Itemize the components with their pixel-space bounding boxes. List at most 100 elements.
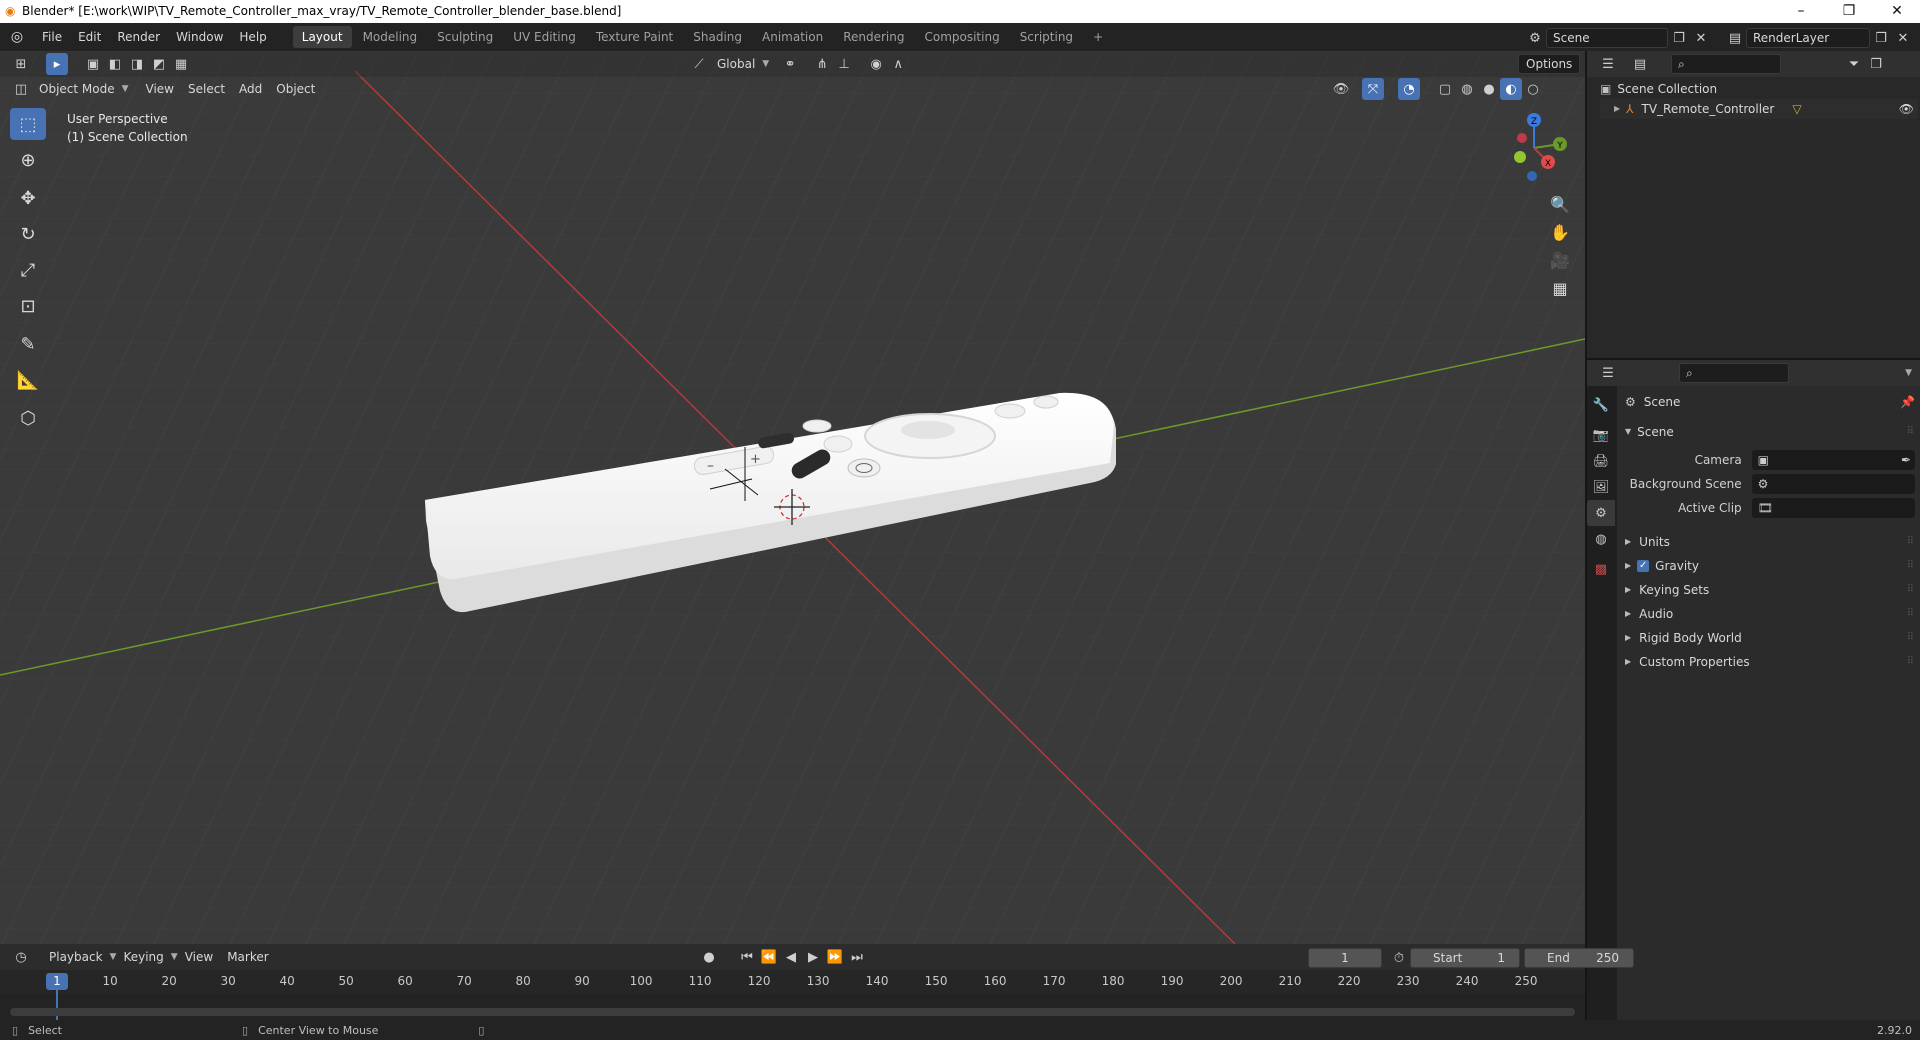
timeline-menu-view[interactable]: View <box>178 946 220 968</box>
transform-tool[interactable]: ⊡ <box>10 290 46 322</box>
solid-shading-icon[interactable]: ● <box>1478 78 1500 100</box>
timeline-menu-keying[interactable]: Keying <box>116 946 170 968</box>
xray-toggle-icon[interactable]: ▢ <box>1434 78 1456 100</box>
tab-animation[interactable]: Animation <box>753 26 832 48</box>
jump-start-icon[interactable]: ⏮ <box>736 946 758 968</box>
gravity-panel[interactable]: ▶ ✓ Gravity ⠿ <box>1625 554 1915 578</box>
rotate-tool[interactable]: ↻ <box>10 218 46 250</box>
select-box-invert-icon[interactable]: ◩ <box>148 53 170 75</box>
rendered-shading-icon[interactable]: ○ <box>1522 78 1544 100</box>
timeline-menu-marker[interactable]: Marker <box>220 946 275 968</box>
outliner-editor-type-icon[interactable]: ☰ <box>1597 53 1619 75</box>
tool-tab-icon[interactable]: 🔧 <box>1587 392 1615 418</box>
cursor-tool[interactable]: ⊕ <box>10 144 46 176</box>
add-workspace-button[interactable]: + <box>1084 26 1112 48</box>
maximize-button[interactable]: ❐ <box>1826 0 1872 23</box>
select-box-extend-icon[interactable]: ◧ <box>104 53 126 75</box>
select-box-intersect-icon[interactable]: ▦ <box>170 53 192 75</box>
tab-shading[interactable]: Shading <box>684 26 751 48</box>
3d-viewport[interactable]: – + <box>0 51 1585 944</box>
view-layer-icon[interactable]: ▤ <box>1724 27 1746 49</box>
close-button[interactable]: ✕ <box>1874 0 1920 23</box>
gizmo-neg-y-axis[interactable] <box>1514 151 1526 163</box>
object-mode-icon[interactable]: ◫ <box>10 78 32 100</box>
scene-icon[interactable]: ⚙ <box>1524 27 1546 49</box>
background-scene-field[interactable]: ⚙ <box>1751 474 1915 494</box>
timeline-ruler[interactable]: 1 10 20 30 40 50 60 70 80 90 100 110 120 130 140 150 160… <box>0 970 1585 1020</box>
audio-panel[interactable]: ▶ Audio ⠿ <box>1625 602 1915 626</box>
timeline-scrollbar[interactable] <box>10 1008 1575 1016</box>
drag-handle-icon[interactable]: ⠿ <box>1907 554 1915 578</box>
gizmo-toggle-icon[interactable]: ⤧ <box>1362 78 1384 100</box>
options-dropdown[interactable]: Options <box>1518 54 1581 74</box>
material-preview-shading-icon[interactable]: ◐ <box>1500 78 1522 100</box>
drag-handle-icon[interactable]: ⠿ <box>1907 420 1915 444</box>
menu-window[interactable]: Window <box>168 23 231 51</box>
properties-search-input[interactable]: ⌕ <box>1679 363 1789 383</box>
tab-compositing[interactable]: Compositing <box>915 26 1008 48</box>
tab-uv-editing[interactable]: UV Editing <box>504 26 585 48</box>
expand-arrow-icon[interactable]: ▶ <box>1614 99 1620 119</box>
active-clip-field[interactable]: 🎞 <box>1751 498 1915 518</box>
scale-tool[interactable]: ⤢ <box>10 254 46 286</box>
record-icon[interactable]: ● <box>698 946 720 968</box>
falloff-icon[interactable]: ∧ <box>887 53 909 75</box>
add-cube-tool[interactable]: ⬡ <box>10 402 46 434</box>
world-tab-icon[interactable]: ◍ <box>1587 526 1615 552</box>
camera-view-icon[interactable]: 🎥 <box>1546 246 1574 274</box>
zoom-icon[interactable]: 🔍 <box>1546 190 1574 218</box>
overlay-toggle-icon[interactable]: ◔ <box>1398 78 1420 100</box>
delete-view-layer-icon[interactable]: ✕ <box>1892 27 1914 49</box>
outliner-item-tv-remote[interactable]: ▶ ⅄ TV_Remote_Controller ▽ 👁 <box>1600 99 1918 119</box>
select-box-subtract-icon[interactable]: ◨ <box>126 53 148 75</box>
custom-properties-panel[interactable]: ▶ Custom Properties ⠿ <box>1625 650 1915 674</box>
tab-sculpting[interactable]: Sculpting <box>428 26 502 48</box>
editor-type-icon[interactable]: ⊞ <box>10 53 32 75</box>
menu-help[interactable]: Help <box>231 23 274 51</box>
viewport-menu-object[interactable]: Object <box>269 78 322 100</box>
tab-texture-paint[interactable]: Texture Paint <box>587 26 682 48</box>
camera-field[interactable]: ▣ ✒ <box>1751 450 1915 470</box>
minimize-button[interactable]: – <box>1778 0 1824 23</box>
preview-range-icon[interactable]: ⏱ <box>1388 947 1410 969</box>
view-layer-field[interactable]: RenderLayer <box>1746 28 1870 48</box>
play-icon[interactable]: ▶ <box>802 946 824 968</box>
scene-tab-icon[interactable]: ⚙ <box>1587 500 1615 526</box>
viewport-canvas[interactable]: – + <box>0 51 1585 944</box>
eye-visibility-icon[interactable]: 👁 <box>1899 99 1914 119</box>
menu-edit[interactable]: Edit <box>70 23 109 51</box>
snap-target-icon[interactable]: ⊥ <box>833 53 855 75</box>
drag-handle-icon[interactable]: ⠿ <box>1907 626 1915 650</box>
drag-handle-icon[interactable]: ⠿ <box>1907 578 1915 602</box>
current-frame-field[interactable]: 1 <box>1308 948 1382 968</box>
visibility-icon[interactable]: 👁 <box>1330 78 1352 100</box>
annotate-tool[interactable]: ✎ <box>10 328 46 360</box>
menu-render[interactable]: Render <box>109 23 168 51</box>
gravity-checkbox[interactable]: ✓ <box>1637 560 1650 572</box>
orientation-icon[interactable]: ⟋ <box>688 53 710 75</box>
rigid-body-world-panel[interactable]: ▶ Rigid Body World ⠿ <box>1625 626 1915 650</box>
tab-scripting[interactable]: Scripting <box>1011 26 1082 48</box>
viewport-menu-select[interactable]: Select <box>181 78 232 100</box>
move-tool[interactable]: ✥ <box>10 182 46 214</box>
render-tab-icon[interactable]: 📷 <box>1587 422 1615 448</box>
play-reverse-icon[interactable]: ◀ <box>780 946 802 968</box>
pivot-point-icon[interactable]: ⚭ <box>779 53 801 75</box>
outliner-scene-collection[interactable]: ▣ Scene Collection <box>1600 79 1918 99</box>
blender-menu-icon[interactable]: ◎ <box>0 29 34 45</box>
measure-tool[interactable]: 📐 <box>10 364 46 396</box>
snap-icon[interactable]: ⋔ <box>811 53 833 75</box>
units-panel[interactable]: ▶ Units ⠿ <box>1625 530 1915 554</box>
drag-handle-icon[interactable]: ⠿ <box>1907 650 1915 674</box>
transform-orientation-dropdown[interactable]: Global <box>710 53 762 75</box>
mode-dropdown[interactable]: Object Mode <box>32 78 122 100</box>
select-box-new-icon[interactable]: ▣ <box>82 53 104 75</box>
delete-scene-icon[interactable]: ✕ <box>1690 27 1712 49</box>
new-collection-icon[interactable]: ❐ <box>1865 53 1887 75</box>
scene-name-field[interactable]: Scene <box>1546 28 1668 48</box>
texture-tab-icon[interactable]: ▩ <box>1587 556 1615 582</box>
jump-end-icon[interactable]: ⏭ <box>846 946 868 968</box>
viewport-menu-add[interactable]: Add <box>232 78 269 100</box>
output-tab-icon[interactable]: 🖨 <box>1587 448 1615 474</box>
filter-icon[interactable]: ⏷ <box>1843 53 1865 75</box>
